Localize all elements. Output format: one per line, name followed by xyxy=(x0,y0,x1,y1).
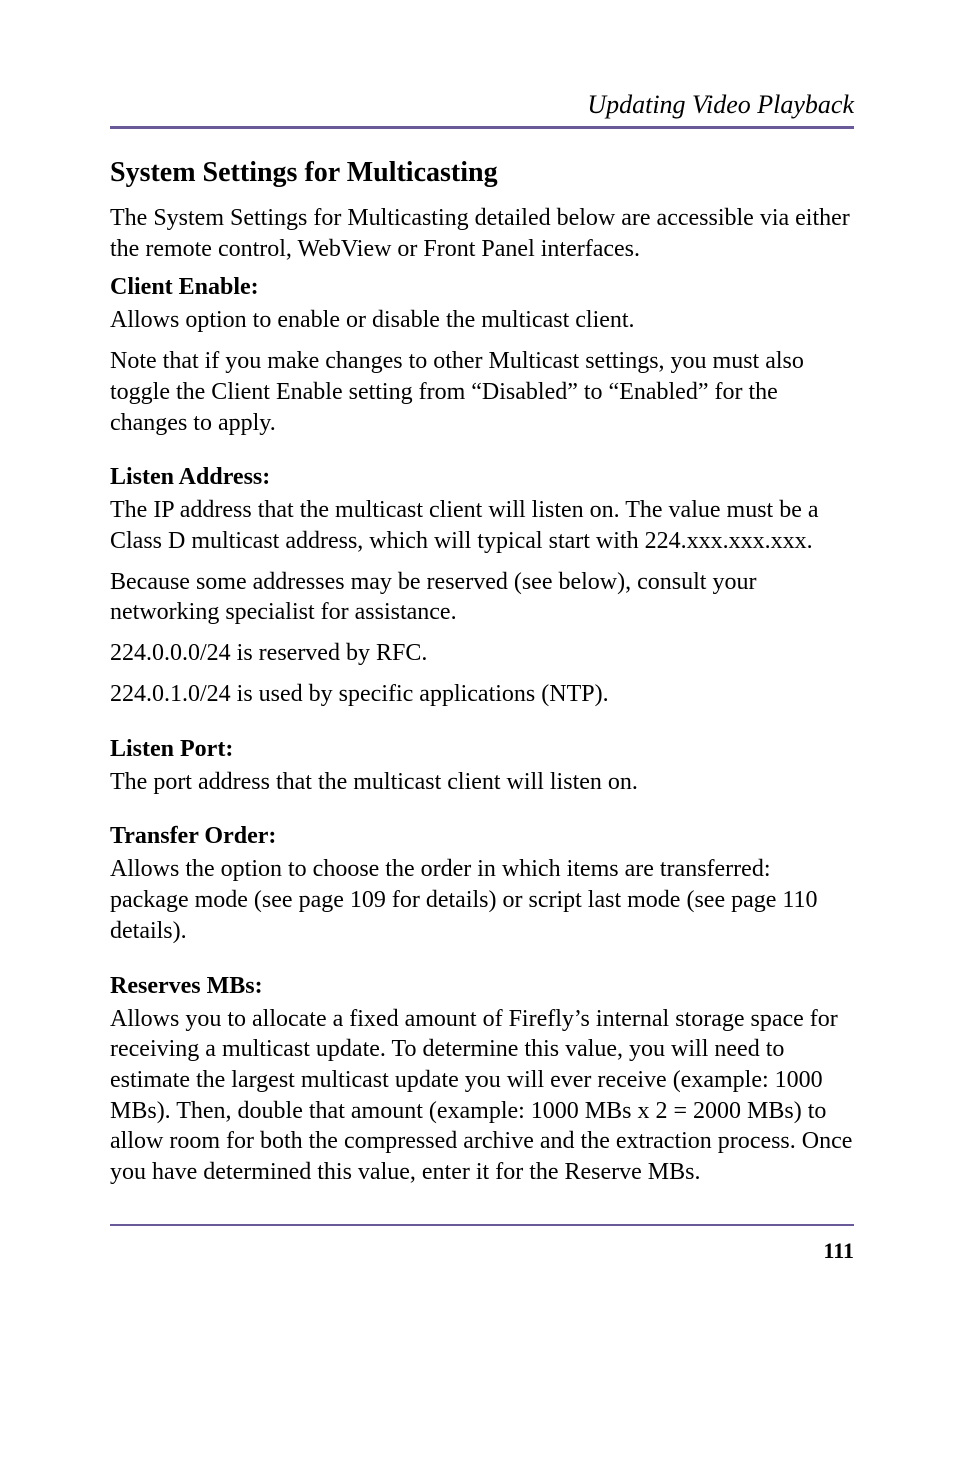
listen-address-heading: Listen Address: xyxy=(110,464,854,491)
section-title: System Settings for Multicasting xyxy=(110,157,854,189)
listen-port-heading: Listen Port: xyxy=(110,736,854,763)
footer-rule xyxy=(110,1224,854,1226)
listen-address-p1: The IP address that the multicast client… xyxy=(110,495,854,556)
running-header: Updating Video Playback xyxy=(110,90,854,120)
listen-port-p1: The port address that the multicast clie… xyxy=(110,767,854,798)
client-enable-p2: Note that if you make changes to other M… xyxy=(110,346,854,438)
transfer-order-heading: Transfer Order: xyxy=(110,823,854,850)
header-rule xyxy=(110,126,854,129)
client-enable-p1: Allows option to enable or disable the m… xyxy=(110,305,854,336)
listen-address-p2: Because some addresses may be reserved (… xyxy=(110,567,854,628)
listen-address-p3: 224.0.0.0/24 is reserved by RFC. xyxy=(110,638,854,669)
listen-address-p4: 224.0.1.0/24 is used by specific applica… xyxy=(110,679,854,710)
reserves-mbs-p1: Allows you to allocate a fixed amount of… xyxy=(110,1004,854,1188)
page-container: Updating Video Playback System Settings … xyxy=(0,0,954,1324)
client-enable-heading: Client Enable: xyxy=(110,274,854,301)
transfer-order-p1: Allows the option to choose the order in… xyxy=(110,854,854,946)
intro-paragraph: The System Settings for Multicasting det… xyxy=(110,203,854,264)
page-number: 111 xyxy=(110,1238,854,1264)
reserves-mbs-heading: Reserves MBs: xyxy=(110,973,854,1000)
